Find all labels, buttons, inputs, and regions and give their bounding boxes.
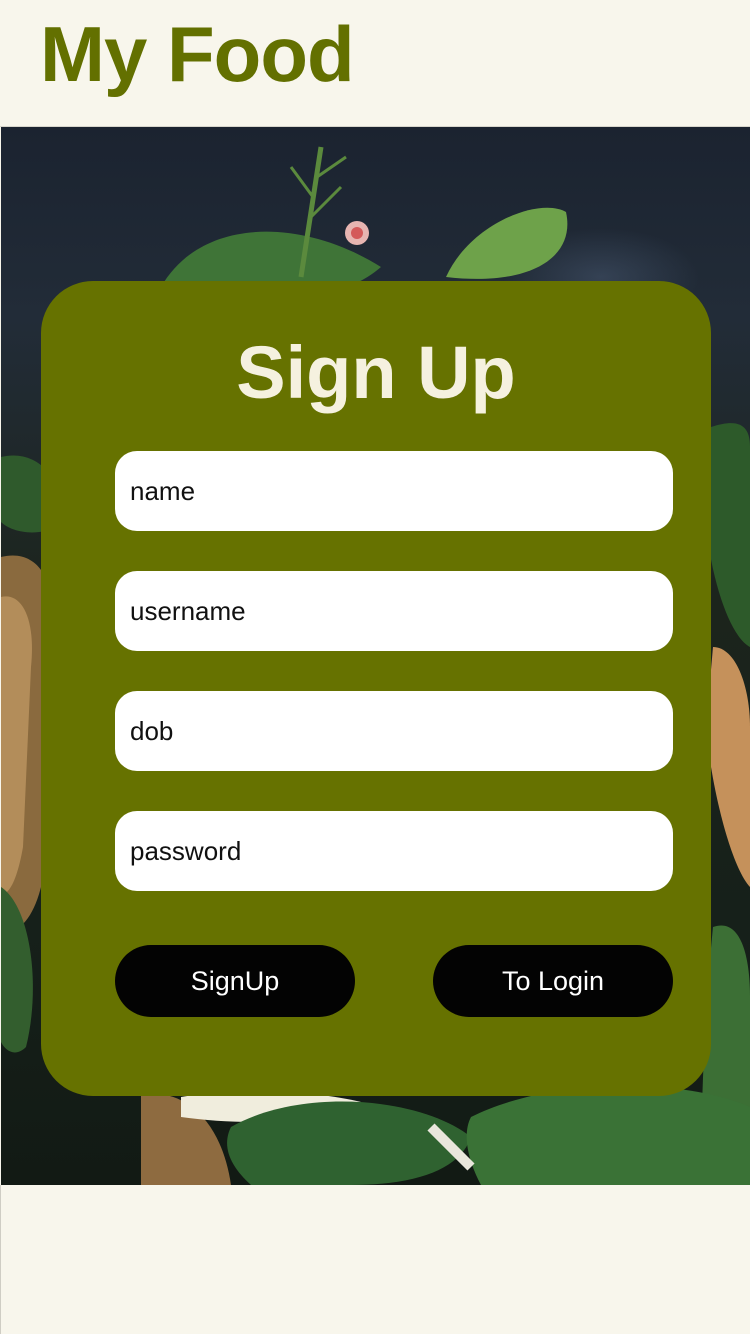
- app-root: My Food Sign Up name username dob SignUp…: [0, 0, 750, 1334]
- dob-input[interactable]: [115, 691, 673, 771]
- to-login-button[interactable]: To Login: [433, 945, 673, 1017]
- username-input[interactable]: [115, 571, 673, 651]
- password-input[interactable]: [115, 811, 673, 891]
- app-header: My Food: [0, 0, 750, 127]
- app-title: My Food: [40, 10, 355, 98]
- signup-title: Sign Up: [236, 331, 516, 414]
- name-input[interactable]: [115, 451, 673, 531]
- page-divider: [0, 1185, 1, 1334]
- signup-card: Sign Up SignUp To Login: [41, 281, 711, 1096]
- signup-button[interactable]: SignUp: [115, 945, 355, 1017]
